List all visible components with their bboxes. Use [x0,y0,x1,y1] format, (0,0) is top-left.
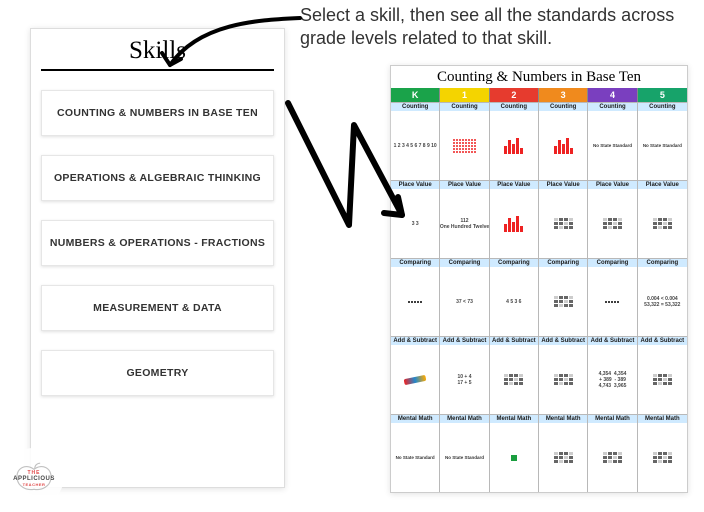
cell-category-label: Place Value [490,181,538,189]
grid-cell[interactable]: Comparing0.004 < 0.004 53,322 = 53,322 [638,259,687,336]
grid-cell[interactable]: Place Value112 One Hundred Twelve [440,181,489,258]
grade-header: 1 [440,88,489,102]
cell-category-label: Place Value [391,181,439,189]
cell-category-label: Place Value [638,181,687,189]
grid-cell[interactable]: Comparing37 < 73 [440,259,489,336]
cell-category-label: Counting [588,103,636,111]
grid-cell[interactable]: Mental Math [490,415,539,492]
grid-body: Counting1 2 3 4 5 6 7 8 9 10CountingCoun… [391,102,687,492]
cell-category-label: Counting [490,103,538,111]
cell-category-label: Comparing [539,259,587,267]
cell-category-label: Add & Subtract [588,337,636,345]
cell-category-label: Comparing [490,259,538,267]
grid-cell[interactable]: Mental Math [588,415,637,492]
skill-button-operations[interactable]: OPERATIONS & ALGEBRAIC THINKING [41,155,274,201]
cell-category-label: Place Value [440,181,488,189]
cell-category-label: Counting [539,103,587,111]
grid-cell[interactable]: Add & Subtract10 + 4 17 + 5 [440,337,489,414]
grid-cell[interactable]: Place Value [588,181,637,258]
skills-title: Skills [41,37,274,71]
grid-header-row: K12345 [391,88,687,102]
grid-row: ComparingComparing37 < 73Comparing4 5 3 … [391,258,687,336]
grid-cell[interactable]: Place Value3 3 [391,181,440,258]
grid-cell[interactable]: Mental Math [638,415,687,492]
grid-cell[interactable]: Counting1 2 3 4 5 6 7 8 9 10 [391,103,440,180]
cell-category-label: Mental Math [490,415,538,423]
logo-line3: TEACHER [13,482,55,487]
grid-cell[interactable]: CountingNo State Standard [638,103,687,180]
cell-category-label: Add & Subtract [490,337,538,345]
grid-cell[interactable]: Counting [490,103,539,180]
cell-category-label: Mental Math [638,415,687,423]
cell-category-label: Counting [638,103,687,111]
grid-cell[interactable]: Comparing4 5 3 6 [490,259,539,336]
grid-cell[interactable]: Mental MathNo State Standard [440,415,489,492]
cell-category-label: Add & Subtract [391,337,439,345]
grid-cell[interactable]: Add & Subtract [539,337,588,414]
grid-cell[interactable]: Comparing [391,259,440,336]
cell-category-label: Add & Subtract [638,337,687,345]
grid-cell[interactable]: Comparing [539,259,588,336]
grade-header: K [391,88,440,102]
skill-button-counting[interactable]: COUNTING & NUMBERS IN BASE TEN [41,90,274,136]
cell-category-label: Counting [391,103,439,111]
cell-category-label: Comparing [638,259,687,267]
cell-category-label: Add & Subtract [440,337,488,345]
grid-cell[interactable]: Add & Subtract [638,337,687,414]
instruction-caption: Select a skill, then see all the standar… [300,4,680,51]
skills-card: Skills COUNTING & NUMBERS IN BASE TEN OP… [30,28,285,488]
grid-cell[interactable]: Add & Subtract4,354 4,354 + 389 - 389 4,… [588,337,637,414]
grid-row: Place Value3 3Place Value112 One Hundred… [391,180,687,258]
grid-cell[interactable]: Counting [539,103,588,180]
grid-row: Mental MathNo State StandardMental MathN… [391,414,687,492]
grade-header: 3 [539,88,588,102]
grid-row: Add & SubtractAdd & Subtract10 + 4 17 + … [391,336,687,414]
cell-category-label: Place Value [588,181,636,189]
cell-category-label: Comparing [440,259,488,267]
cell-category-label: Comparing [588,259,636,267]
grid-cell[interactable]: Mental Math [539,415,588,492]
grid-cell[interactable]: Place Value [539,181,588,258]
grid-cell[interactable]: Place Value [490,181,539,258]
cell-category-label: Comparing [391,259,439,267]
grid-cell[interactable]: Mental MathNo State Standard [391,415,440,492]
standards-grid: Counting & Numbers in Base Ten K12345 Co… [390,65,688,493]
grid-cell[interactable]: Add & Subtract [391,337,440,414]
grade-header: 2 [490,88,539,102]
grid-cell[interactable]: Add & Subtract [490,337,539,414]
cell-category-label: Mental Math [539,415,587,423]
skill-button-geometry[interactable]: GEOMETRY [41,350,274,396]
grade-header: 4 [588,88,637,102]
skill-button-fractions[interactable]: NUMBERS & OPERATIONS - FRACTIONS [41,220,274,266]
cell-category-label: Place Value [539,181,587,189]
skill-button-measurement[interactable]: MEASUREMENT & DATA [41,285,274,331]
grid-cell[interactable]: Counting [440,103,489,180]
grade-header: 5 [638,88,687,102]
cell-category-label: Mental Math [440,415,488,423]
cell-category-label: Counting [440,103,488,111]
brand-logo: THE APPLICIOUS TEACHER [4,448,64,506]
cell-category-label: Mental Math [588,415,636,423]
grid-cell[interactable]: Comparing [588,259,637,336]
grid-title: Counting & Numbers in Base Ten [391,66,687,88]
grid-cell[interactable]: CountingNo State Standard [588,103,637,180]
grid-row: Counting1 2 3 4 5 6 7 8 9 10CountingCoun… [391,102,687,180]
grid-cell[interactable]: Place Value [638,181,687,258]
cell-category-label: Mental Math [391,415,439,423]
cell-category-label: Add & Subtract [539,337,587,345]
